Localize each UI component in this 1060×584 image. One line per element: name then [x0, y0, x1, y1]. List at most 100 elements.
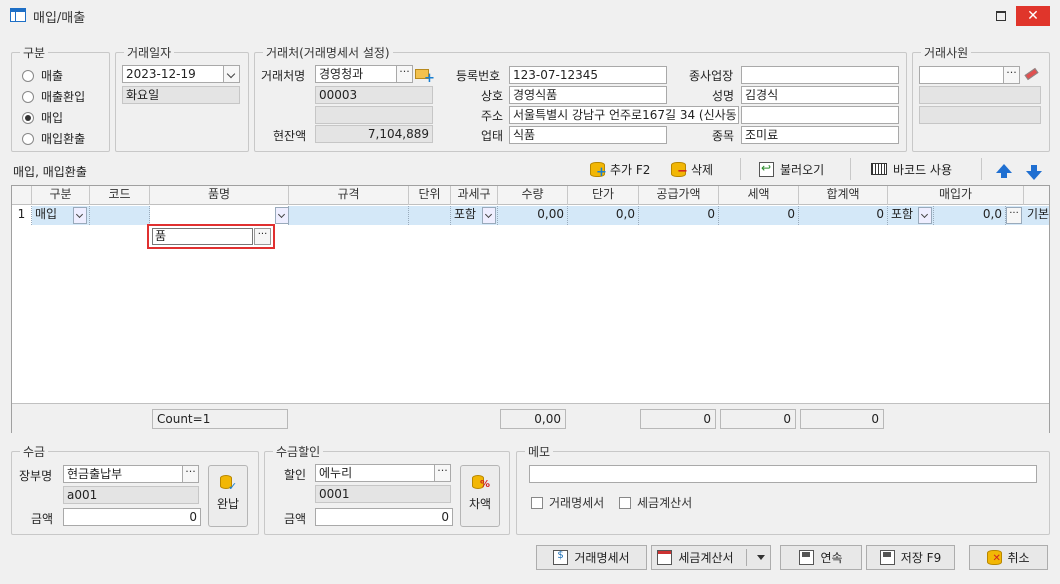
- statement-checkbox-box[interactable]: [531, 496, 543, 509]
- address-label: 주소: [481, 109, 504, 123]
- header-name[interactable]: 품명: [150, 186, 289, 205]
- delete-row-button[interactable]: 삭제: [671, 158, 713, 180]
- header-qty[interactable]: 수량: [498, 186, 568, 205]
- address-input[interactable]: 서울특별시 강남구 언주로167길 34 (신사동: [509, 106, 739, 124]
- tax-invoice-checkbox[interactable]: 세금계산서: [619, 494, 692, 511]
- biz-type-input[interactable]: 식품: [509, 126, 667, 144]
- continue-button[interactable]: 연속: [780, 545, 862, 570]
- row-count: Count=1: [152, 409, 288, 429]
- name-edit-box[interactable]: 품 ···: [147, 224, 275, 249]
- tax-invoice-checkbox-box[interactable]: [619, 496, 631, 509]
- row-vat-cell[interactable]: 0: [719, 206, 799, 225]
- row-buy-tax-dropdown-icon[interactable]: [918, 207, 932, 224]
- grid-footer: Count=1 0,00 0 0 0: [12, 403, 1049, 433]
- maximize-button[interactable]: [988, 4, 1012, 26]
- close-button[interactable]: ✕: [1016, 6, 1050, 26]
- db-add-icon: [590, 161, 607, 180]
- discount-code-field: 0001: [315, 485, 451, 503]
- account-lookup-button[interactable]: ···: [182, 465, 199, 483]
- name-edit-input[interactable]: 품: [152, 228, 253, 245]
- tax-invoice-button[interactable]: 세금계산서: [651, 545, 771, 570]
- discount-lookup-button[interactable]: ···: [434, 464, 451, 482]
- toolbar-divider: [740, 158, 741, 180]
- chevron-down-icon[interactable]: [756, 555, 765, 560]
- row-buy-price-cell[interactable]: 0,0: [934, 206, 1006, 225]
- partner-legend: 거래처(거래명세서 설정): [266, 46, 390, 60]
- row-name-cell[interactable]: [150, 206, 289, 225]
- row-type-dropdown-icon[interactable]: [73, 207, 87, 224]
- partner-lookup-button[interactable]: ···: [396, 65, 413, 83]
- header-spec[interactable]: 규격: [289, 186, 409, 205]
- branch-input[interactable]: [741, 66, 899, 84]
- memo-input[interactable]: [529, 465, 1037, 483]
- company-input[interactable]: 경영식품: [509, 86, 667, 104]
- row-spec-cell[interactable]: [289, 206, 409, 225]
- title-bar: 매입/매출 ✕: [0, 0, 1060, 30]
- table-row[interactable]: 1 매입 품 ··· 포함 0,00 0,0 0 0 0 포함 0,0 ··· …: [12, 206, 1051, 249]
- account-input[interactable]: 현금출납부: [63, 465, 183, 483]
- radio-sales-return-circle[interactable]: [22, 90, 34, 103]
- row-supply-cell[interactable]: 0: [639, 206, 719, 225]
- header-vat[interactable]: 세액: [719, 186, 799, 205]
- row-total-cell[interactable]: 0: [799, 206, 888, 225]
- employee-lookup-button[interactable]: ···: [1003, 66, 1020, 84]
- radio-sales-return[interactable]: 매출환입: [22, 88, 85, 105]
- employee-input[interactable]: [919, 66, 1004, 84]
- header-price[interactable]: 단가: [568, 186, 639, 205]
- items-grid[interactable]: 구분 코드 품명 규격 단위 과세구 수량 단가 공급가액 세액 합계액 매입가…: [11, 185, 1050, 433]
- row-qty-cell[interactable]: 0,00: [498, 206, 568, 225]
- address-extra-input[interactable]: [741, 106, 899, 124]
- move-up-icon[interactable]: [996, 164, 1012, 178]
- header-unit[interactable]: 단위: [409, 186, 451, 205]
- discount-kind-input[interactable]: 에누리: [315, 464, 435, 482]
- row-price-cell[interactable]: 0,0: [568, 206, 639, 225]
- radio-purchase[interactable]: 매입: [22, 109, 63, 126]
- header-total[interactable]: 합계액: [799, 186, 888, 205]
- radio-purchase-return[interactable]: 매입환출: [22, 130, 85, 147]
- header-supply[interactable]: 공급가액: [639, 186, 719, 205]
- header-buy-price[interactable]: 매입가: [888, 186, 1024, 205]
- trade-date-input[interactable]: 2023-12-19: [122, 65, 224, 83]
- item-input[interactable]: 조미료: [741, 126, 899, 144]
- statement-checkbox[interactable]: 거래명세서: [531, 494, 604, 511]
- barcode-button[interactable]: 바코드 사용: [871, 158, 952, 180]
- radio-sales[interactable]: 매출: [22, 67, 63, 84]
- header-code[interactable]: 코드: [90, 186, 150, 205]
- radio-purchase-circle[interactable]: [22, 111, 34, 124]
- statement-button[interactable]: 거래명세서: [536, 545, 647, 570]
- biz-type-label: 업태: [481, 129, 504, 143]
- radio-purchase-return-label: 매입환출: [41, 132, 86, 146]
- radio-sales-circle[interactable]: [22, 69, 34, 82]
- name-lookup-button[interactable]: ···: [254, 228, 271, 245]
- move-down-icon[interactable]: [1026, 165, 1042, 180]
- receipt-legend: 수금: [23, 445, 46, 459]
- save-button[interactable]: 저장 F9: [866, 545, 955, 570]
- row-tax-dropdown-icon[interactable]: [482, 207, 496, 224]
- window-title: 매입/매출: [33, 11, 86, 26]
- complete-payment-button[interactable]: ✓ 완납: [208, 465, 248, 527]
- row-unit-cell[interactable]: [409, 206, 451, 225]
- row-name-dropdown-icon[interactable]: [275, 207, 289, 224]
- radio-purchase-return-circle[interactable]: [22, 132, 34, 145]
- add-row-button[interactable]: 추가 F2: [590, 158, 650, 180]
- difference-button[interactable]: % 차액: [460, 465, 500, 527]
- supply-sum: 0: [640, 409, 716, 429]
- eraser-icon[interactable]: [1022, 66, 1041, 83]
- header-tax[interactable]: 과세구: [451, 186, 498, 205]
- header-type[interactable]: 구분: [32, 186, 90, 205]
- row-code-cell[interactable]: [90, 206, 150, 225]
- partner-name-input[interactable]: 경영청과: [315, 65, 397, 83]
- owner-label: 성명: [712, 89, 735, 103]
- cancel-button[interactable]: 취소: [969, 545, 1048, 570]
- discount-amount-input[interactable]: 0: [315, 508, 453, 526]
- buy-price-lookup-button[interactable]: ···: [1006, 207, 1022, 224]
- date-dropdown-icon[interactable]: [223, 65, 240, 83]
- radio-sales-return-label: 매출환입: [41, 90, 86, 104]
- import-button[interactable]: 불러오기: [759, 158, 824, 180]
- receipt-amount-input[interactable]: 0: [63, 508, 201, 526]
- discount-amount-label: 금액: [284, 512, 307, 526]
- add-partner-icon[interactable]: +: [415, 66, 435, 86]
- reg-no-input[interactable]: 123-07-12345: [509, 66, 667, 84]
- owner-input[interactable]: 김경식: [741, 86, 899, 104]
- row-extra-cell[interactable]: 기본: [1024, 206, 1051, 225]
